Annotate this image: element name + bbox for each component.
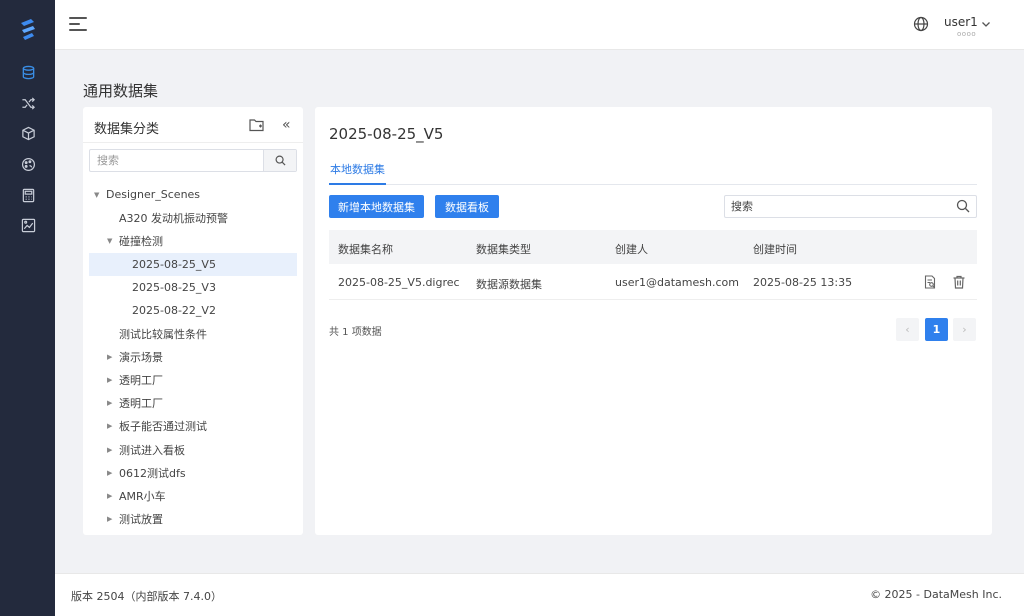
collapse-icon[interactable]: « bbox=[282, 117, 291, 133]
tree-item[interactable]: ▶ AMR小车 bbox=[83, 484, 303, 507]
data-board-button[interactable]: 数据看板 bbox=[435, 195, 499, 218]
shuffle-icon[interactable] bbox=[20, 95, 36, 111]
category-panel-header: 数据集分类 « bbox=[83, 107, 303, 143]
menu-toggle-icon[interactable] bbox=[69, 15, 89, 33]
caret-right-icon[interactable]: ▶ bbox=[107, 446, 112, 454]
add-folder-icon[interactable] bbox=[249, 118, 264, 132]
caret-right-icon[interactable]: ▶ bbox=[107, 492, 112, 500]
tree-item-label: 2025-08-25_V3 bbox=[132, 280, 216, 294]
dataset-panel-title: 2025-08-25_V5 bbox=[329, 125, 444, 143]
tree-item-label: 测试比较属性条件 bbox=[119, 327, 207, 341]
tree-item-label: 透明工厂 bbox=[119, 397, 163, 411]
top-header: user1 oooo bbox=[55, 0, 1024, 50]
tree-item-label: A320 发动机振动预警 bbox=[119, 211, 229, 225]
column-header: 数据集名称 bbox=[338, 243, 393, 256]
table-header: 数据集名称 数据集类型 创建人 创建时间 bbox=[329, 230, 977, 264]
caret-right-icon[interactable]: ▶ bbox=[107, 376, 112, 384]
column-header: 创建时间 bbox=[753, 243, 797, 256]
tree-item-label: AMR小车 bbox=[119, 490, 166, 504]
tree-item-label: 测试放置 bbox=[119, 513, 163, 527]
caret-down-icon[interactable]: ▼ bbox=[94, 191, 99, 199]
table-row[interactable]: 2025-08-25_V5.digrec 数据源数据集 user1@datame… bbox=[329, 264, 977, 300]
caret-right-icon[interactable]: ▶ bbox=[107, 422, 112, 430]
chevron-down-icon[interactable] bbox=[981, 19, 991, 29]
calculator-icon[interactable] bbox=[20, 187, 36, 203]
tree-item[interactable]: ▶ 透明工厂 bbox=[83, 369, 303, 392]
footer: 版本 2504（内部版本 7.4.0） © 2025 - DataMesh In… bbox=[55, 573, 1024, 616]
category-search bbox=[89, 149, 297, 172]
tree-item[interactable]: A320 发动机振动预警 bbox=[83, 206, 303, 229]
search-icon bbox=[275, 155, 286, 166]
column-header: 创建人 bbox=[615, 243, 648, 256]
dataset-panel: 2025-08-25_V5 本地数据集 新增本地数据集 数据看板 数据集名称 数… bbox=[315, 107, 992, 535]
caret-right-icon[interactable]: ▶ bbox=[107, 399, 112, 407]
tree-item-label: Designer_Scenes bbox=[106, 188, 201, 202]
tree-item-label: 板子能否通过测试 bbox=[119, 420, 207, 434]
page-title: 通用数据集 bbox=[83, 82, 159, 100]
chart-image-icon[interactable] bbox=[20, 217, 36, 233]
category-search-button[interactable] bbox=[263, 150, 296, 171]
add-local-dataset-button[interactable]: 新增本地数据集 bbox=[329, 195, 424, 218]
tree-item[interactable]: ▶ 测试放置 bbox=[83, 508, 303, 531]
dataset-table: 数据集名称 数据集类型 创建人 创建时间 2025-08-25_V5.digre… bbox=[329, 230, 977, 300]
tree-item-label: 透明工厂 bbox=[119, 374, 163, 388]
created-time-cell: 2025-08-25 13:35 bbox=[753, 276, 853, 289]
creator-cell: user1@datamesh.com bbox=[615, 276, 739, 289]
trash-icon[interactable] bbox=[952, 275, 966, 289]
globe-icon[interactable] bbox=[913, 16, 929, 32]
dataset-name-cell: 2025-08-25_V5.digrec bbox=[338, 276, 460, 289]
tree-item[interactable]: ▼ Designer_Scenes bbox=[83, 183, 303, 206]
palette-icon[interactable] bbox=[20, 156, 36, 172]
dataset-search-input[interactable] bbox=[725, 196, 945, 217]
detail-icon[interactable] bbox=[923, 275, 937, 289]
prev-page-button[interactable]: ‹ bbox=[896, 318, 919, 341]
cube-icon[interactable] bbox=[20, 125, 36, 141]
page-1-button[interactable]: 1 bbox=[925, 318, 948, 341]
tree-item[interactable]: ▶ 演示场景 bbox=[83, 345, 303, 368]
user-subtext: oooo bbox=[957, 30, 977, 38]
column-header: 数据集类型 bbox=[476, 243, 531, 256]
tree-item-label: 碰撞检测 bbox=[119, 234, 163, 248]
caret-down-icon[interactable]: ▼ bbox=[107, 237, 112, 245]
category-tree: ▼ Designer_Scenes A320 发动机振动预警 ▼ 碰撞检测 2025-08… bbox=[83, 183, 303, 531]
category-search-input[interactable] bbox=[90, 150, 264, 171]
next-page-button[interactable]: › bbox=[953, 318, 976, 341]
tab-local-dataset[interactable]: 本地数据集 bbox=[329, 161, 386, 185]
category-panel: 数据集分类 « ▼ Designer_Scenes A320 发动机振动预警 ▼ 碰撞检… bbox=[83, 107, 303, 535]
tree-item[interactable]: 2025-08-25_V5 bbox=[89, 252, 297, 276]
tree-item[interactable]: ▶ 透明工厂 bbox=[83, 392, 303, 415]
tab-bar: 本地数据集 bbox=[329, 161, 977, 185]
tree-item[interactable]: 测试比较属性条件 bbox=[83, 322, 303, 345]
tree-item-label: 2025-08-22_V2 bbox=[132, 304, 216, 318]
database-icon[interactable] bbox=[20, 64, 36, 80]
tree-item[interactable]: ▶ 板子能否通过测试 bbox=[83, 415, 303, 438]
caret-right-icon[interactable]: ▶ bbox=[107, 515, 112, 523]
tree-item[interactable]: 2025-08-25_V3 bbox=[83, 276, 303, 299]
caret-right-icon[interactable]: ▶ bbox=[107, 469, 112, 477]
category-panel-title: 数据集分类 bbox=[94, 122, 160, 137]
search-icon[interactable] bbox=[956, 199, 970, 213]
datamesh-logo[interactable] bbox=[17, 18, 39, 42]
caret-right-icon[interactable]: ▶ bbox=[107, 353, 112, 361]
tree-item[interactable]: ▼ 碰撞检测 bbox=[83, 229, 303, 252]
tree-item-label: 0612测试dfs bbox=[119, 466, 186, 480]
tree-item-label: 演示场景 bbox=[119, 350, 163, 364]
total-count: 共 1 项数据 bbox=[329, 327, 382, 338]
tree-item-label: 2025-08-25_V5 bbox=[132, 257, 216, 271]
tree-item[interactable]: ▶ 0612测试dfs bbox=[83, 461, 303, 484]
tree-item-label: 测试进入看板 bbox=[119, 443, 185, 457]
version-text: 版本 2504（内部版本 7.4.0） bbox=[71, 590, 222, 603]
dataset-search bbox=[724, 195, 977, 218]
dataset-type-cell: 数据源数据集 bbox=[476, 278, 542, 291]
tree-item[interactable]: 2025-08-22_V2 bbox=[83, 299, 303, 322]
user-name[interactable]: user1 bbox=[944, 15, 978, 29]
tree-item[interactable]: ▶ 测试进入看板 bbox=[83, 438, 303, 461]
sidebar bbox=[0, 0, 55, 616]
copyright-text: © 2025 - DataMesh Inc. bbox=[870, 588, 1002, 601]
